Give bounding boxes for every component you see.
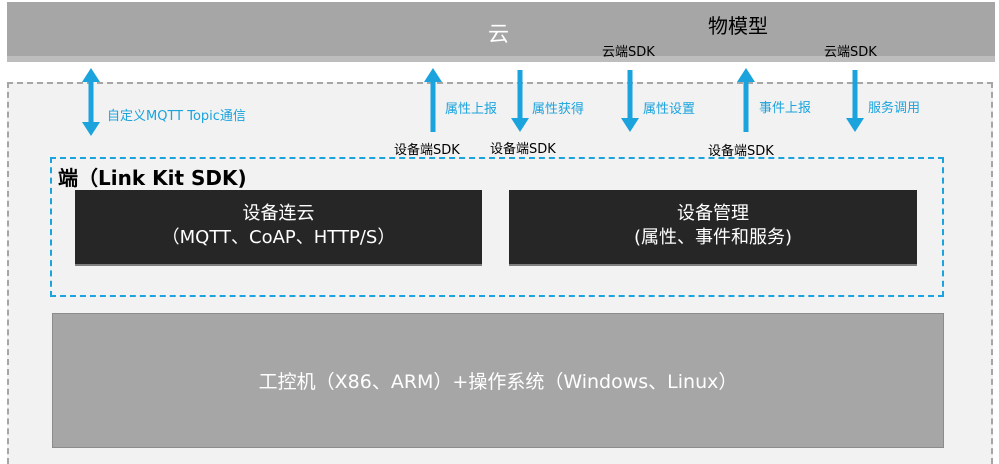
prop-report-label: 属性上报 xyxy=(445,102,498,117)
cloud-title: 云 xyxy=(488,22,509,46)
up-arrow-icon xyxy=(424,68,442,132)
device-manage-box: 设备管理 (属性、事件和服务) xyxy=(509,190,917,266)
event-report-label: 事件上报 xyxy=(759,101,812,116)
service-call-label: 服务调用 xyxy=(868,101,921,116)
os-box: 工控机（X86、ARM）+操作系统（Windows、Linux） xyxy=(52,313,944,448)
thing-model-title: 物模型 xyxy=(708,14,768,38)
down-arrow-icon xyxy=(511,70,529,132)
device-connect-title: 设备连云 xyxy=(242,203,315,224)
device-sdk-label-2: 设备端SDK xyxy=(490,142,556,157)
down-arrow-icon xyxy=(621,70,639,132)
device-connect-protocols: （MQTT、CoAP、HTTP/S） xyxy=(161,227,396,248)
os-text: 工控机（X86、ARM）+操作系统（Windows、Linux） xyxy=(258,371,738,393)
up-arrow-icon xyxy=(737,68,755,132)
edge-title: 端（Link Kit SDK) xyxy=(58,166,247,190)
device-connect-box: 设备连云 （MQTT、CoAP、HTTP/S） xyxy=(75,190,482,266)
prop-set-label: 属性设置 xyxy=(643,102,696,117)
down-arrow-icon xyxy=(846,70,864,132)
device-sdk-label-1: 设备端SDK xyxy=(394,143,460,158)
cloud-sdk-label-2: 云端SDK xyxy=(824,45,877,60)
device-manage-title: 设备管理 xyxy=(677,203,749,224)
prop-get-label: 属性获得 xyxy=(532,102,585,117)
bidirectional-arrow-icon xyxy=(82,68,100,136)
custom-topic-label: 自定义MQTT Topic通信 xyxy=(107,109,246,124)
device-manage-detail: (属性、事件和服务) xyxy=(633,227,793,248)
cloud-sdk-label-1: 云端SDK xyxy=(602,45,655,60)
